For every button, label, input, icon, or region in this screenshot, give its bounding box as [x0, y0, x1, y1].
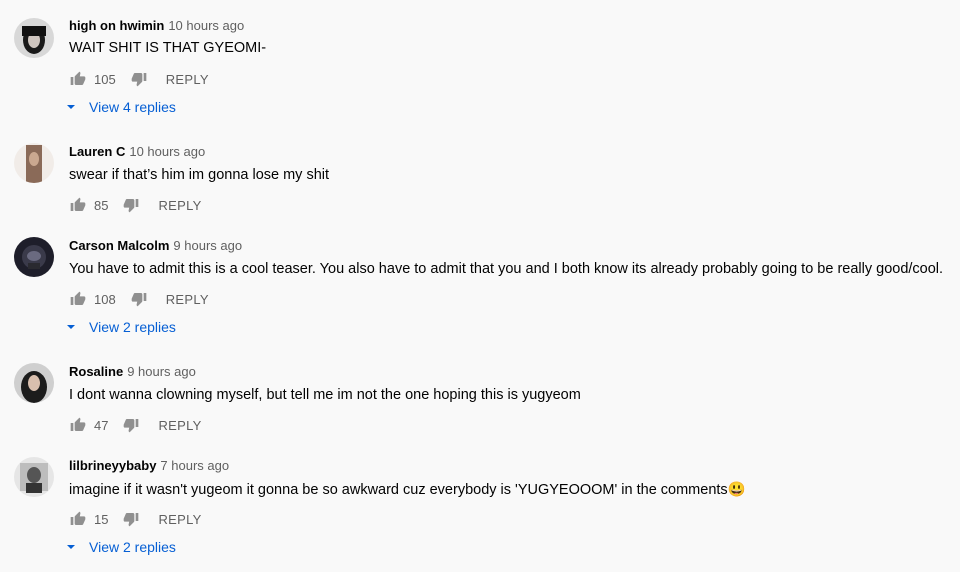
caret-down-icon: [67, 105, 75, 109]
view-replies-label: View 4 replies: [89, 99, 176, 115]
comment-header: lilbrineyybaby 7 hours ago: [69, 458, 229, 473]
comment-text: You have to admit this is a cool teaser.…: [69, 261, 944, 277]
thumbs-down-icon[interactable]: [122, 416, 140, 434]
author-name[interactable]: Carson Malcolm: [69, 238, 169, 253]
avatar[interactable]: [14, 363, 54, 403]
thumbs-down-icon[interactable]: [130, 70, 148, 88]
comment-actions: 15 REPLY: [69, 509, 202, 529]
author-name[interactable]: Lauren C: [69, 144, 125, 159]
avatar[interactable]: [14, 143, 54, 183]
comment-time[interactable]: 9 hours ago: [173, 238, 242, 253]
view-replies-button[interactable]: View 4 replies: [66, 99, 176, 115]
comment-time[interactable]: 10 hours ago: [168, 18, 244, 33]
reply-button[interactable]: REPLY: [166, 72, 209, 87]
author-name[interactable]: high on hwimin: [69, 18, 164, 33]
reply-button[interactable]: REPLY: [166, 292, 209, 307]
view-replies-button[interactable]: View 2 replies: [66, 539, 176, 555]
thumbs-down-icon[interactable]: [122, 196, 140, 214]
comment-header: Lauren C 10 hours ago: [69, 144, 205, 159]
like-count: 108: [94, 291, 116, 307]
comment-actions: 108 REPLY: [69, 289, 209, 309]
view-replies-label: View 2 replies: [89, 319, 176, 335]
comment-time[interactable]: 10 hours ago: [129, 144, 205, 159]
comment-header: Carson Malcolm 9 hours ago: [69, 238, 242, 253]
thumbs-down-icon[interactable]: [122, 510, 140, 528]
avatar[interactable]: [14, 457, 54, 497]
author-name[interactable]: Rosaline: [69, 364, 123, 379]
caret-down-icon: [67, 325, 75, 329]
view-replies-button[interactable]: View 2 replies: [66, 319, 176, 335]
thumbs-up-icon[interactable]: [69, 510, 87, 528]
comment-header: Rosaline 9 hours ago: [69, 364, 196, 379]
reply-button[interactable]: REPLY: [158, 418, 201, 433]
thumbs-up-icon[interactable]: [69, 70, 87, 88]
comment-text: WAIT SHIT IS THAT GYEOMI-: [69, 40, 267, 56]
comment-actions: 105 REPLY: [69, 69, 209, 89]
view-replies-label: View 2 replies: [89, 539, 176, 555]
comment-time[interactable]: 7 hours ago: [160, 458, 229, 473]
reply-button[interactable]: REPLY: [158, 198, 201, 213]
like-count: 15: [94, 511, 109, 527]
like-count: 105: [94, 71, 116, 87]
caret-down-icon: [67, 545, 75, 549]
comment-text: imagine if it wasn't yugeom it gonna be …: [69, 482, 746, 498]
author-name[interactable]: lilbrineyybaby: [69, 458, 156, 473]
like-count: 85: [94, 197, 109, 213]
comment-header: high on hwimin 10 hours ago: [69, 18, 244, 33]
comment-actions: 85 REPLY: [69, 195, 202, 215]
avatar[interactable]: [14, 18, 54, 58]
avatar[interactable]: [14, 237, 54, 277]
comment-time[interactable]: 9 hours ago: [127, 364, 196, 379]
thumbs-up-icon[interactable]: [69, 416, 87, 434]
comment-actions: 47 REPLY: [69, 415, 202, 435]
like-count: 47: [94, 417, 109, 433]
thumbs-down-icon[interactable]: [130, 290, 148, 308]
reply-button[interactable]: REPLY: [158, 512, 201, 527]
comment-text: I dont wanna clowning myself, but tell m…: [69, 387, 581, 403]
thumbs-up-icon[interactable]: [69, 290, 87, 308]
thumbs-up-icon[interactable]: [69, 196, 87, 214]
comment-text: swear if that’s him im gonna lose my shi…: [69, 167, 330, 183]
